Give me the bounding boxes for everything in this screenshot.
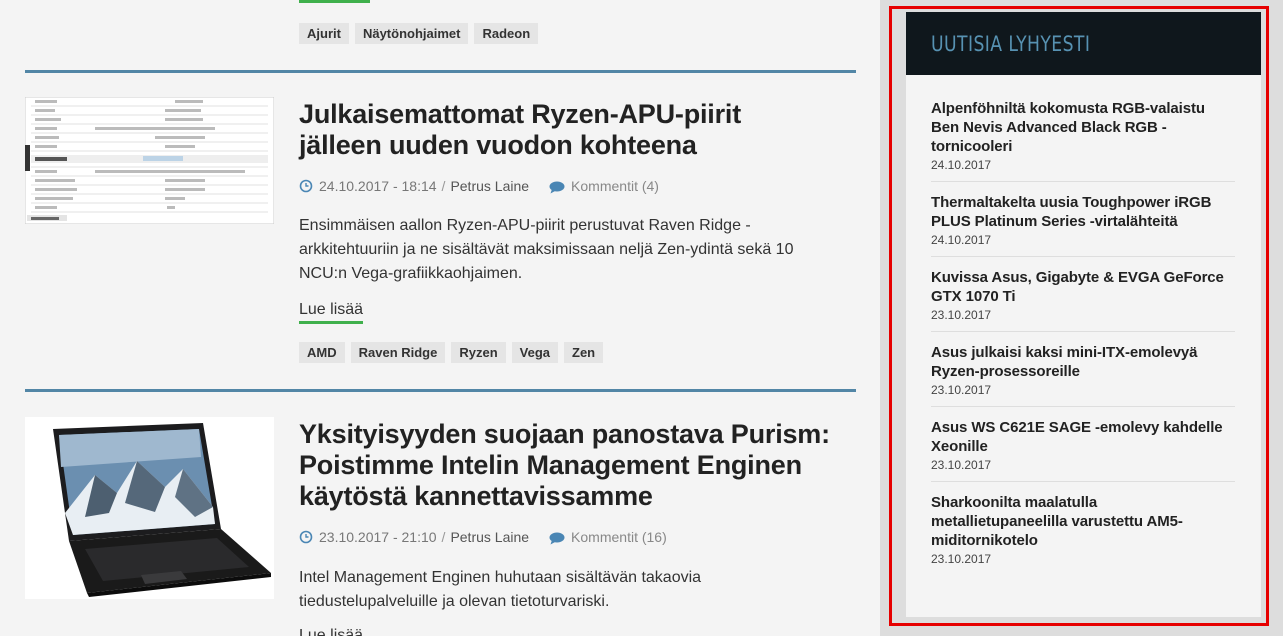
news-list: Alpenföhniltä kokomusta RGB-valaistu Ben… bbox=[906, 75, 1261, 575]
article-title[interactable]: Yksityisyyden suojaan panostava Purism: … bbox=[299, 419, 859, 512]
news-item-date: 24.10.2017 bbox=[931, 233, 992, 247]
article-separator bbox=[25, 389, 856, 392]
widget-title: UUTISIA LYHYESTI bbox=[931, 31, 1091, 56]
article-title-line: käytöstä kannettavissamme bbox=[299, 481, 653, 511]
news-item-title[interactable]: Alpenföhniltä kokomusta RGB-valaistu Ben… bbox=[931, 99, 1235, 156]
article-thumbnail[interactable] bbox=[25, 417, 274, 599]
news-item-title[interactable]: Kuvissa Asus, Gigabyte & EVGA GeForce GT… bbox=[931, 268, 1235, 306]
comments-count: Kommentit (4) bbox=[571, 178, 659, 194]
news-item-date: 23.10.2017 bbox=[931, 308, 992, 322]
meta-separator: / bbox=[441, 178, 446, 194]
main-content: Ajurit Näytönohjaimet Radeon Julkaisemat… bbox=[0, 0, 880, 636]
news-item[interactable]: Sharkoonilta maalatulla metallietupaneel… bbox=[931, 492, 1235, 575]
news-briefs-widget: UUTISIA LYHYESTI Alpenföhniltä kokomusta… bbox=[889, 6, 1269, 626]
tag[interactable]: Vega bbox=[511, 342, 559, 363]
article-date: 24.10.2017 - 18:14 bbox=[319, 178, 437, 194]
article-author[interactable]: Petrus Laine bbox=[450, 178, 529, 194]
article-title-line: Yksityisyyden suojaan panostava Purism: bbox=[299, 419, 830, 449]
article-meta: 24.10.2017 - 18:14 / Petrus Laine Kommen… bbox=[299, 178, 659, 194]
comment-icon bbox=[549, 181, 565, 194]
article-meta: 23.10.2017 - 21:10 / Petrus Laine Kommen… bbox=[299, 529, 667, 545]
tag-list: Ajurit Näytönohjaimet Radeon bbox=[299, 23, 539, 44]
article-title-line: Poistimme Intelin Management Enginen bbox=[299, 450, 802, 480]
tag[interactable]: Radeon bbox=[474, 23, 539, 44]
comment-icon bbox=[549, 532, 565, 545]
article-thumbnail[interactable] bbox=[25, 97, 274, 224]
tag[interactable]: Ajurit bbox=[299, 23, 349, 44]
read-more-link[interactable]: Lue lisää bbox=[299, 626, 363, 636]
news-item[interactable]: Thermaltakelta uusia Toughpower iRGB PLU… bbox=[931, 192, 1235, 257]
news-item-date: 24.10.2017 bbox=[931, 158, 992, 172]
tag[interactable]: Näytönohjaimet bbox=[354, 23, 469, 44]
article-date: 23.10.2017 - 21:10 bbox=[319, 529, 437, 545]
news-item-title[interactable]: Sharkoonilta maalatulla metallietupaneel… bbox=[931, 493, 1235, 550]
tag-list: AMD Raven Ridge Ryzen Vega Zen bbox=[299, 342, 604, 363]
tag[interactable]: Ryzen bbox=[451, 342, 506, 363]
meta-separator: / bbox=[441, 529, 446, 545]
news-item-date: 23.10.2017 bbox=[931, 552, 992, 566]
news-item[interactable]: Alpenföhniltä kokomusta RGB-valaistu Ben… bbox=[931, 98, 1235, 182]
article-title-line: Julkaisemattomat Ryzen-APU-piirit bbox=[299, 99, 741, 129]
news-item-date: 23.10.2017 bbox=[931, 383, 992, 397]
news-item[interactable]: Kuvissa Asus, Gigabyte & EVGA GeForce GT… bbox=[931, 267, 1235, 332]
clock-icon bbox=[299, 530, 313, 544]
read-more-link[interactable]: Lue lisää bbox=[299, 300, 364, 324]
tag[interactable]: AMD bbox=[299, 342, 345, 363]
clock-icon bbox=[299, 179, 313, 193]
laptop-image bbox=[25, 417, 274, 599]
widget-header: UUTISIA LYHYESTI bbox=[906, 12, 1261, 75]
news-briefs-box: UUTISIA LYHYESTI Alpenföhniltä kokomusta… bbox=[906, 12, 1261, 617]
news-item-title[interactable]: Thermaltakelta uusia Toughpower iRGB PLU… bbox=[931, 193, 1235, 231]
tag[interactable]: Zen bbox=[564, 342, 604, 363]
article-title-line: jälleen uuden vuodon kohteena bbox=[299, 130, 697, 160]
article-author[interactable]: Petrus Laine bbox=[450, 529, 529, 545]
article-title[interactable]: Julkaisemattomat Ryzen-APU-piirit jällee… bbox=[299, 99, 859, 161]
news-item[interactable]: Asus WS C621E SAGE -emolevy kahdelle Xeo… bbox=[931, 417, 1235, 482]
comments-link[interactable]: Kommentit (4) bbox=[549, 178, 659, 194]
article-separator bbox=[25, 70, 856, 73]
comments-link[interactable]: Kommentit (16) bbox=[549, 529, 667, 545]
read-more-underline bbox=[299, 0, 370, 3]
article-excerpt: Intel Management Enginen huhutaan sisält… bbox=[299, 569, 702, 610]
gpu-z-screenshot-image bbox=[25, 97, 274, 224]
news-item-title[interactable]: Asus julkaisi kaksi mini-ITX-emolevyä Ry… bbox=[931, 343, 1235, 381]
article-excerpt: Ensimmäisen aallon Ryzen-APU-piirit peru… bbox=[299, 217, 794, 282]
news-item-title[interactable]: Asus WS C621E SAGE -emolevy kahdelle Xeo… bbox=[931, 418, 1235, 456]
tag[interactable]: Raven Ridge bbox=[350, 342, 446, 363]
news-item-date: 23.10.2017 bbox=[931, 458, 992, 472]
comments-count: Kommentit (16) bbox=[571, 529, 667, 545]
news-item[interactable]: Asus julkaisi kaksi mini-ITX-emolevyä Ry… bbox=[931, 342, 1235, 407]
